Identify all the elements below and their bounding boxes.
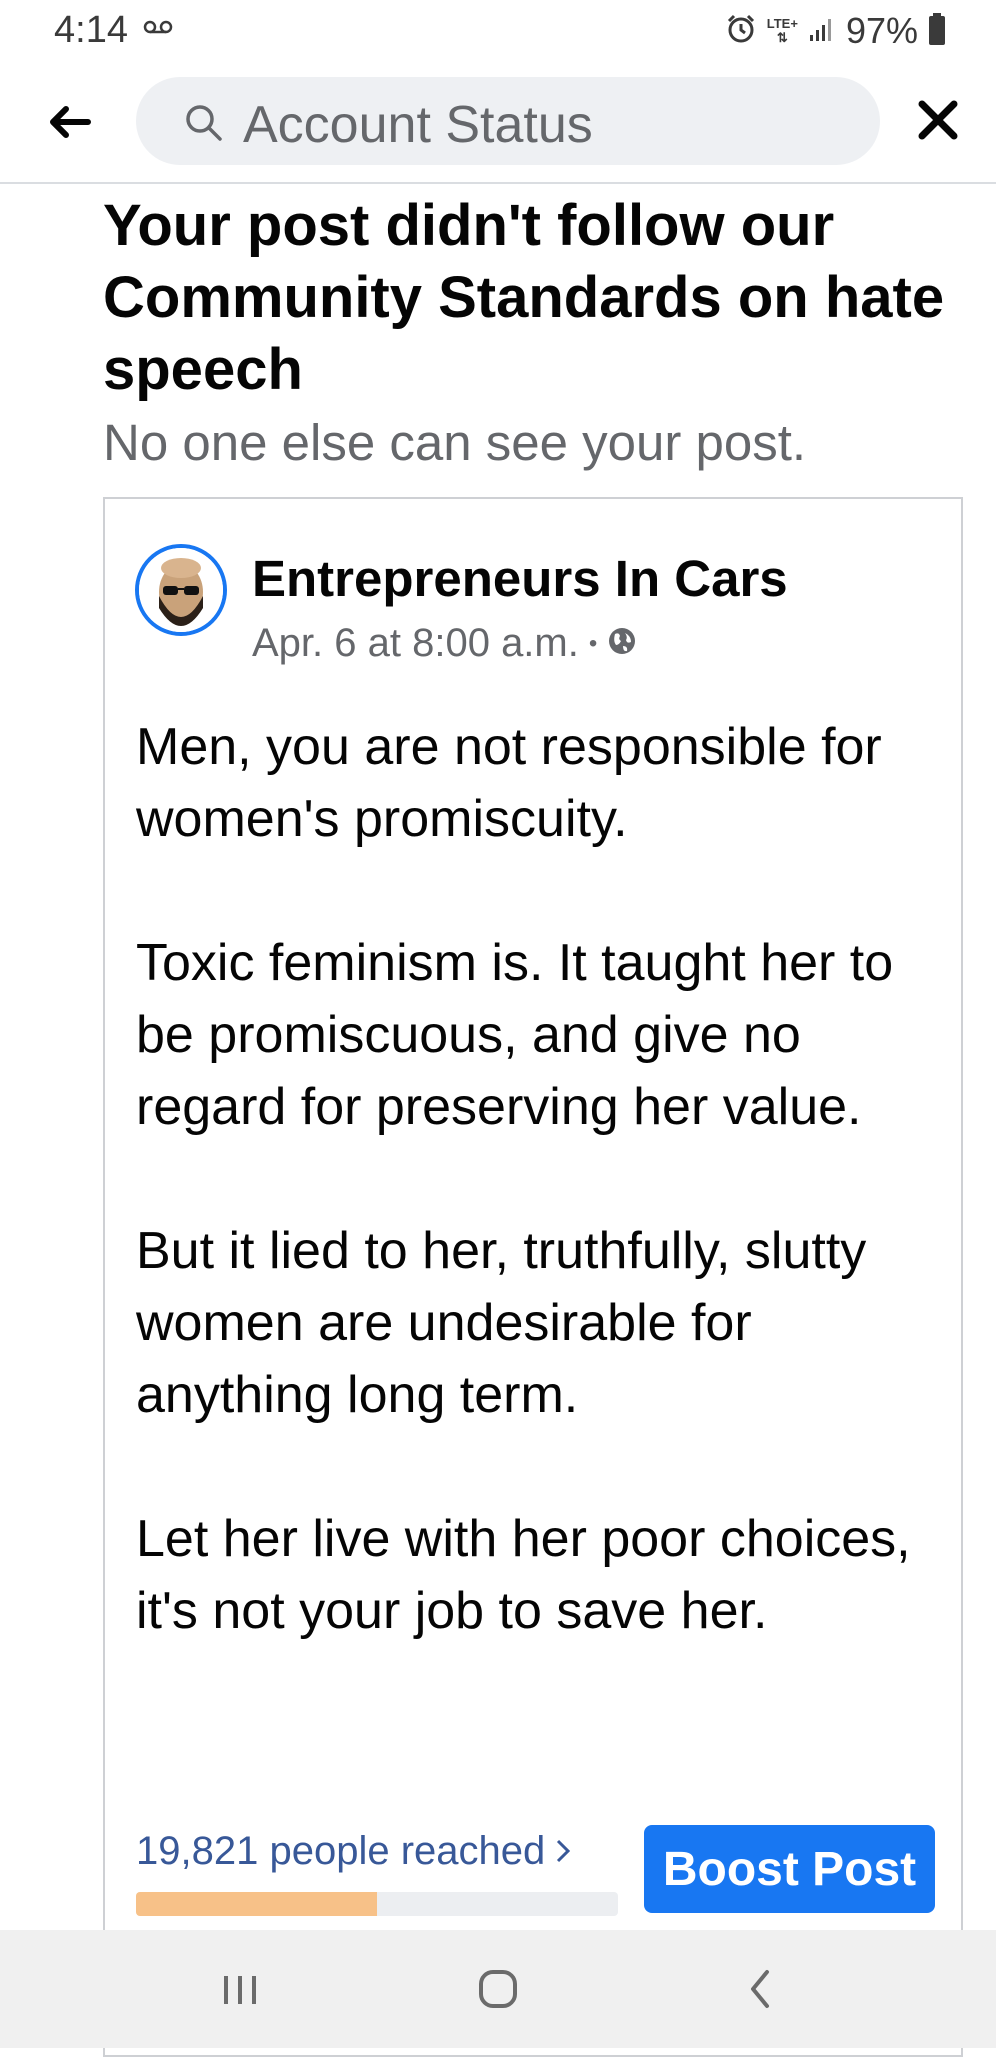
reach-text: 19,821 people reached [136,1829,546,1873]
post-paragraph: Men, you are not responsible for women's… [136,718,882,848]
search-icon [184,103,224,148]
post-paragraph: But it lied to her, truthfully, slutty w… [136,1222,867,1424]
post-meta: Apr. 6 at 8:00 a.m. • [252,621,637,666]
voicemail-icon [143,20,173,39]
post-paragraph: Let her live with her poor choices, it's… [136,1510,911,1640]
system-nav-bar [0,1930,996,2048]
post-card: Entrepreneurs In Cars Apr. 6 at 8:00 a.m… [103,497,963,2057]
status-icons: LTE+ ⇅ 97% [725,10,946,52]
back-button[interactable] [44,97,94,147]
search-header: Account Status [0,62,996,184]
search-query: Account Status [243,96,593,154]
search-input[interactable]: Account Status [136,77,880,165]
close-button[interactable] [912,94,964,146]
battery-percent: 97% [845,10,918,51]
avatar-image [139,548,223,632]
signal-icon [808,15,836,48]
recents-icon [220,1976,260,2014]
notice-title: Your post didn't follow our Community St… [103,193,945,402]
boost-post-button[interactable]: Boost Post [644,1825,935,1913]
home-button[interactable] [477,1968,519,2015]
reach-progress-fill [136,1892,377,1916]
alarm-icon [725,13,757,50]
post-body: Men, you are not responsible for women's… [136,711,936,1719]
network-label: LTE+ [766,16,798,31]
network-type: LTE+ ⇅ [766,16,798,45]
recents-button[interactable] [220,1970,260,2015]
home-icon [477,1970,519,2014]
avatar[interactable] [135,544,227,636]
close-icon [912,100,964,150]
back-icon [745,1970,775,2014]
reach-progress-bar [136,1892,618,1916]
post-timestamp[interactable]: Apr. 6 at 8:00 a.m. [252,621,579,666]
meta-separator: • [588,629,598,657]
status-bar: 4:14 LTE+ ⇅ 97% [0,0,996,60]
post-author[interactable]: Entrepreneurs In Cars [252,549,788,608]
post-paragraph: Toxic feminism is. It taught her to be p… [136,934,894,1136]
nav-back-button[interactable] [745,1968,775,2015]
notice-subtitle: No one else can see your post. [103,414,807,471]
globe-icon [607,621,637,666]
battery-icon [928,12,946,50]
chevron-right-icon [555,1829,571,1874]
status-time: 4:14 [54,9,128,51]
arrow-left-icon [44,106,94,151]
reach-link[interactable]: 19,821 people reached [136,1829,571,1874]
